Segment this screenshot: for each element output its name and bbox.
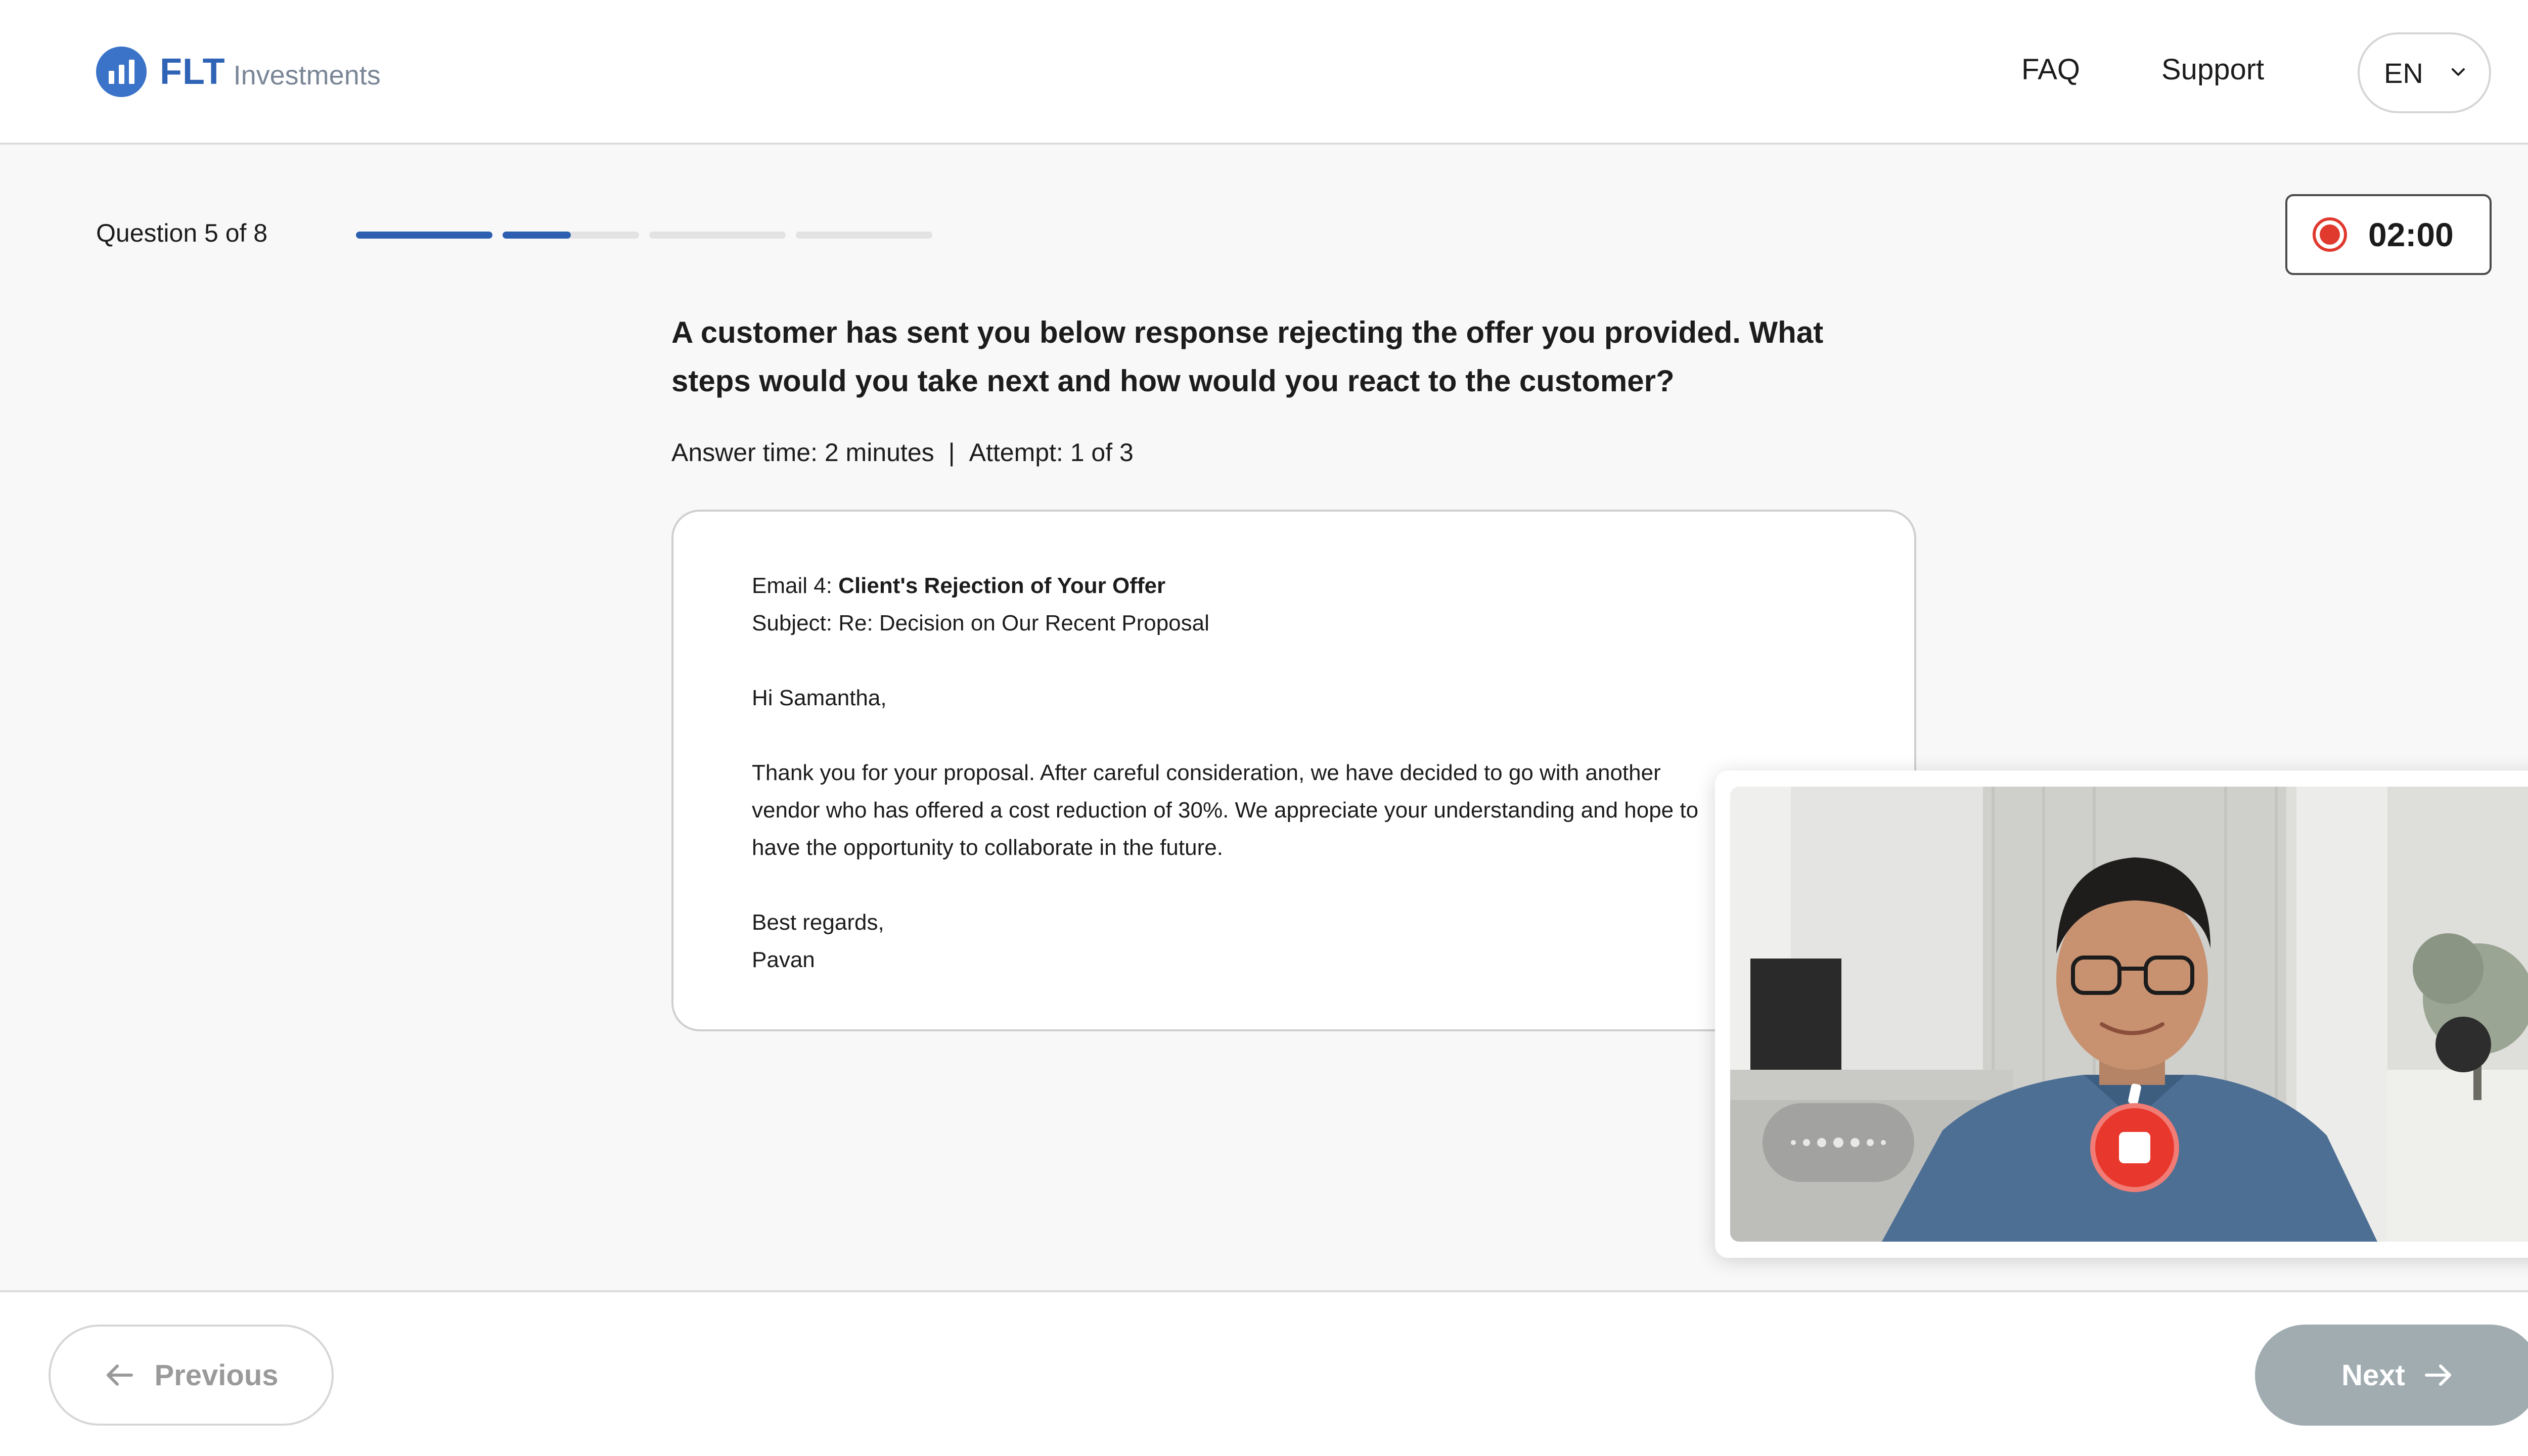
previous-label: Previous xyxy=(154,1358,279,1392)
recording-timer: 02:00 xyxy=(2285,194,2492,275)
email-body-line: Thank you for your proposal. After caref… xyxy=(752,760,1661,785)
question-counter: Question 5 of 8 xyxy=(96,219,268,247)
stop-icon xyxy=(2119,1132,2150,1163)
top-header: FLT Investments FAQ Support EN xyxy=(0,0,2528,145)
previous-button[interactable]: Previous xyxy=(49,1325,334,1426)
bottom-navigation: Previous Next xyxy=(0,1290,2528,1456)
progress-segment xyxy=(503,232,639,239)
language-value: EN xyxy=(2384,57,2423,89)
progress-segment xyxy=(796,232,932,239)
brand-subtitle: Investments xyxy=(233,60,381,90)
email-body-line: vendor who has offered a cost reduction … xyxy=(752,798,1699,823)
email-body-line: have the opportunity to collaborate in t… xyxy=(752,835,1223,860)
timer-value: 02:00 xyxy=(2368,216,2454,253)
next-button[interactable]: Next xyxy=(2255,1325,2528,1426)
support-link[interactable]: Support xyxy=(2161,53,2264,86)
question-text: A customer has sent you below response r… xyxy=(671,315,1824,398)
chevron-down-icon xyxy=(2452,68,2465,76)
arrow-right-icon xyxy=(2424,1364,2451,1386)
audio-level-indicator xyxy=(1763,1103,1914,1182)
email-closing: Best regards, xyxy=(752,910,884,935)
progress-segment-fill xyxy=(356,232,492,239)
question-meta: Answer time: 2 minutes | Attempt: 1 of 3 xyxy=(671,438,1134,467)
arrow-left-icon xyxy=(106,1364,133,1386)
brand-logo[interactable]: FLT Investments xyxy=(96,46,381,98)
email-subject: Subject: Re: Decision on Our Recent Prop… xyxy=(752,611,1209,635)
camera-feed xyxy=(1730,787,2528,1242)
stop-recording-button[interactable] xyxy=(2090,1103,2179,1192)
brand-name: FLT xyxy=(160,52,225,92)
progress-segment xyxy=(649,232,786,239)
progress-segment-fill xyxy=(503,232,571,239)
meta-separator: | xyxy=(948,438,955,467)
email-label: Email 4: Client's Rejection of Your Offe… xyxy=(752,567,1838,605)
email-number: Email 4: xyxy=(752,573,839,598)
answer-time: Answer time: 2 minutes xyxy=(671,438,934,467)
next-label: Next xyxy=(2341,1358,2405,1392)
faq-link[interactable]: FAQ xyxy=(2021,53,2080,86)
bar-chart-logo-icon xyxy=(96,47,147,97)
email-title: Client's Rejection of Your Offer xyxy=(838,573,1166,598)
progress-segment xyxy=(356,232,492,239)
attempt-count: Attempt: 1 of 3 xyxy=(969,438,1134,467)
record-icon xyxy=(2313,217,2347,252)
camera-preview-card[interactable] xyxy=(1715,770,2528,1258)
language-selector[interactable]: EN xyxy=(2358,32,2491,113)
email-greeting: Hi Samantha, xyxy=(752,686,887,710)
email-signature: Pavan xyxy=(752,947,815,972)
progress-bar xyxy=(356,232,932,239)
